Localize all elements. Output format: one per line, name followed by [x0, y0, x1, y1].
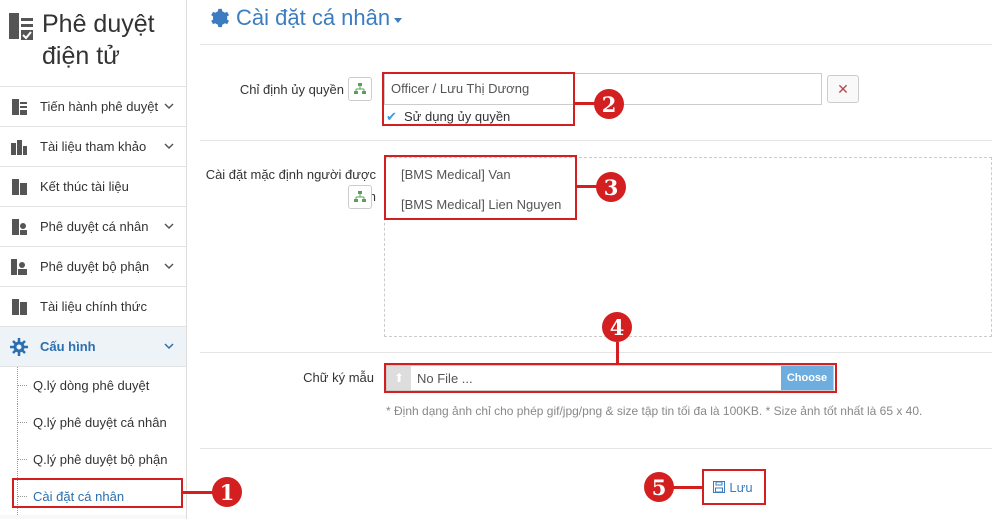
file-hint: * Định dạng ảnh chỉ cho phép gif/jpg/png… [386, 404, 923, 418]
chevron-down-icon [164, 143, 174, 150]
sidebar-item[interactable]: Cấu hình [0, 327, 186, 367]
annotation-box-2 [382, 72, 575, 126]
submenu-item[interactable]: Q.lý phê duyệt cá nhân [0, 404, 186, 441]
sidebar-item[interactable]: Tài liệu tham khảo [0, 127, 186, 167]
clear-delegate-button[interactable]: ✕ [827, 75, 859, 103]
group-icon [11, 258, 27, 275]
building-icon [11, 139, 27, 155]
sidebar-item[interactable]: Tài liệu chính thức [0, 287, 186, 327]
annotation-badge-4: 4 [602, 312, 632, 342]
annotation-pointer-2 [575, 102, 595, 105]
divider [200, 140, 992, 141]
submenu-item[interactable]: Q.lý phê duyệt bộ phận [0, 441, 186, 478]
annotation-pointer-4 [616, 342, 619, 363]
divider [200, 448, 992, 449]
annotation-badge-3: 3 [596, 172, 626, 202]
annotation-badge-5: 5 [644, 472, 674, 502]
chevron-down-icon [164, 103, 174, 110]
chevron-down-icon [164, 263, 174, 270]
annotation-pointer-3 [577, 185, 597, 188]
app-title: Phê duyệt điện tử [42, 8, 155, 72]
chevron-down-icon [164, 343, 174, 350]
sidebar-item-label: Tài liệu tham khảo [40, 139, 147, 154]
annotation-badge-2: 2 [594, 89, 624, 119]
document-person-icon [12, 218, 27, 235]
annotation-pointer-5 [673, 486, 702, 489]
submenu-item[interactable]: Q.lý dòng phê duyệt [0, 367, 186, 404]
org-chart-icon [354, 191, 366, 202]
close-icon: ✕ [837, 80, 849, 97]
annotation-box-4 [384, 363, 837, 393]
page-title[interactable]: Cài đặt cá nhân [208, 5, 403, 31]
annotation-badge-1: 1 [212, 477, 242, 507]
divider [200, 352, 992, 353]
org-chart-icon [354, 83, 366, 94]
sidebar: Phê duyệt điện tử Tiến hành phê duyệt Tài… [0, 0, 187, 519]
sidebar-item-label: Cấu hình [40, 339, 96, 354]
select-viewers-button[interactable] [348, 185, 372, 209]
annotation-box-3 [384, 155, 577, 220]
document-check-icon [12, 98, 27, 115]
sidebar-item[interactable]: Phê duyệt cá nhân [0, 207, 186, 247]
app-title-line2: điện tử [42, 42, 120, 70]
gear-icon [10, 337, 28, 356]
sidebar-item[interactable]: Phê duyệt bộ phận [0, 247, 186, 287]
sidebar-item-label: Tiến hành phê duyệt [40, 99, 159, 114]
sidebar-item-label: Tài liệu chính thức [40, 299, 147, 314]
brand: Phê duyệt điện tử [0, 0, 186, 87]
sidebar-item-label: Kết thúc tài liệu [40, 179, 129, 194]
sidebar-item[interactable]: Kết thúc tài liệu [0, 167, 186, 207]
sidebar-item-label: Phê duyệt cá nhân [40, 219, 149, 234]
annotation-pointer-1 [183, 491, 213, 494]
annotation-box-1 [12, 478, 183, 508]
document-done-icon [12, 178, 27, 195]
page-title-text: Cài đặt cá nhân [236, 5, 391, 30]
divider [200, 44, 992, 45]
approval-document-icon [9, 13, 33, 40]
sidebar-item-label: Phê duyệt bộ phận [40, 259, 150, 274]
chevron-down-icon [394, 17, 403, 23]
annotation-box-5 [702, 469, 766, 505]
signature-label: Chữ ký mẫu [303, 370, 374, 385]
sidebar-item[interactable]: Tiến hành phê duyệt [0, 87, 186, 127]
gear-icon [211, 8, 229, 28]
app-title-line1: Phê duyệt [42, 10, 155, 38]
org-chart-button[interactable] [348, 77, 372, 101]
main-content: Cài đặt cá nhân Chỉ định ủy quyền Office… [188, 0, 992, 519]
chevron-down-icon [164, 223, 174, 230]
delegate-label: Chỉ định ủy quyền [239, 82, 344, 97]
document-official-icon [12, 298, 27, 315]
viewers-label-line1: Cài đặt mặc định người được [205, 167, 376, 182]
